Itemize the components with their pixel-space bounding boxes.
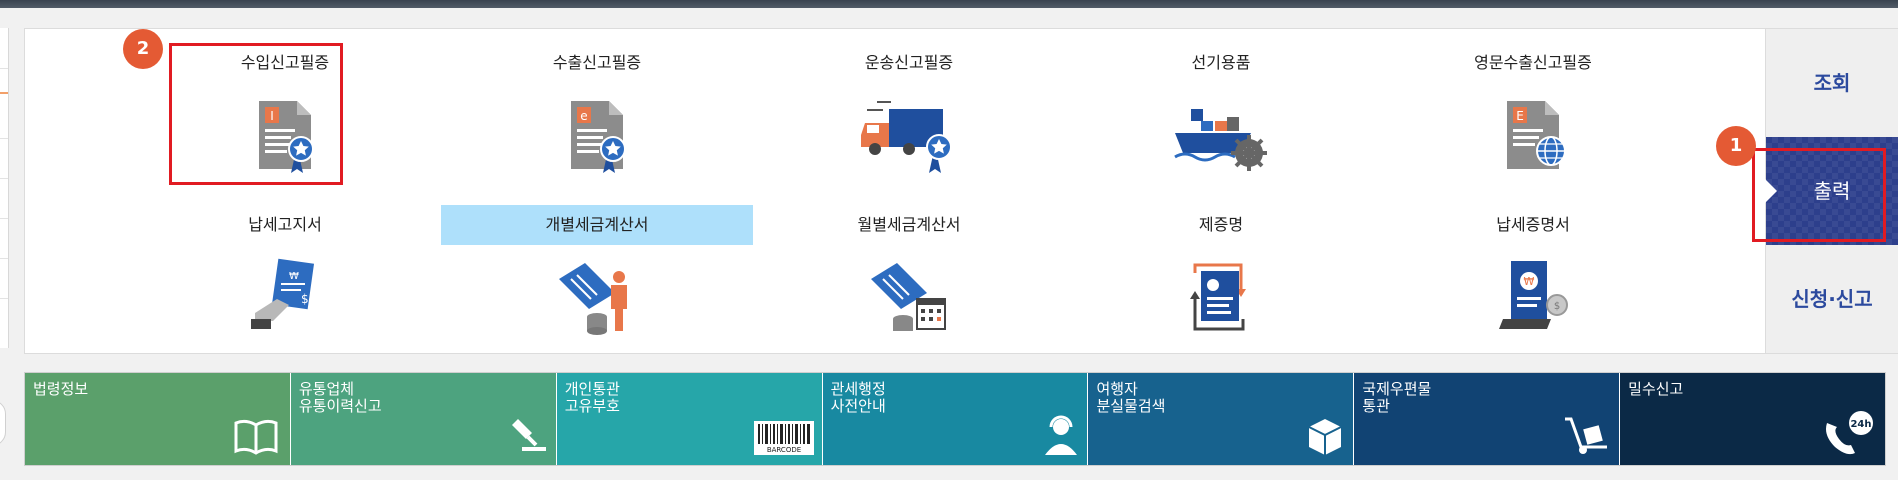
service-international-mail[interactable]: 국제우편물 통관 xyxy=(1354,373,1621,465)
service-label: 개인통관 xyxy=(564,380,620,398)
service-smuggling-report[interactable]: 밀수신고 24h xyxy=(1620,373,1886,465)
book-icon xyxy=(232,415,282,459)
service-label: 유통업체 xyxy=(298,380,355,398)
highlight-box-import-certificate xyxy=(169,43,343,185)
service-label: 통관 xyxy=(1362,397,1390,415)
svg-text:$: $ xyxy=(301,292,309,306)
package-icon xyxy=(1305,415,1345,459)
top-bar xyxy=(0,0,1898,8)
service-label: 유통이력신고 xyxy=(298,397,382,415)
barcode-text: BARCODE xyxy=(766,446,800,454)
grid-item-label: 선기용품 xyxy=(1191,53,1251,72)
annotation-badge-2: 2 xyxy=(123,29,163,69)
service-label: 법령정보 xyxy=(33,380,89,398)
left-sidebar-edge xyxy=(0,28,9,348)
service-label: 분실물검색 xyxy=(1096,397,1166,415)
service-customs-guidance[interactable]: 관세행정 사전안내 xyxy=(822,373,1089,465)
grid-item-label: 납세고지서 xyxy=(248,215,322,234)
headset-person-icon xyxy=(1043,415,1079,459)
tab-label: 조회 xyxy=(1813,71,1851,95)
svg-text:e: e xyxy=(580,109,587,123)
grid-item-individual-tax-invoice[interactable]: 개별세금계산서 xyxy=(441,205,753,355)
grid-item-ship-supplies[interactable]: 선기용품 xyxy=(1065,43,1377,193)
24h-text: 24h xyxy=(1850,419,1871,430)
service-label: 여행자 xyxy=(1096,380,1138,398)
quick-services-bar: 법령정보 유통업체 유통이력신고 개인통관 고유부호 BARCODE 관세행정 … xyxy=(24,372,1886,466)
left-scroll-button[interactable] xyxy=(0,400,6,446)
grid-item-english-export-certificate[interactable]: 영문수출신고필증 E xyxy=(1377,43,1689,193)
tab-application-report[interactable]: 신청·신고 xyxy=(1766,245,1898,353)
grid-item-export-certificate[interactable]: 수출신고필증 e xyxy=(441,43,753,193)
grid-item-label: 수출신고필증 xyxy=(552,53,642,72)
service-label: 밀수신고 xyxy=(1628,380,1684,398)
tax-notice-icon: ₩ $ xyxy=(245,257,325,341)
svg-text:$: $ xyxy=(1554,301,1560,312)
highlight-box-print-tab xyxy=(1752,148,1886,242)
barcode-icon: BARCODE xyxy=(753,421,814,459)
svg-text:₩: ₩ xyxy=(289,271,299,282)
grid-item-label: 운송신고필증 xyxy=(864,53,954,72)
service-label: 고유부호 xyxy=(564,397,620,415)
service-label: 사전안내 xyxy=(830,397,886,415)
annotation-badge-1: 1 xyxy=(1716,126,1756,166)
grid-item-tax-payment-certificate[interactable]: 납세증명서 ₩ $ xyxy=(1377,205,1689,355)
24h-phone-icon: 24h xyxy=(1821,409,1877,459)
svg-text:₩: ₩ xyxy=(1524,275,1535,288)
grid-item-transport-certificate[interactable]: 운송신고필증 xyxy=(753,43,1065,193)
tab-label: 신청·신고 xyxy=(1791,287,1873,311)
svg-text:E: E xyxy=(1516,109,1524,123)
grid-item-tax-notice[interactable]: 납세고지서 ₩ $ xyxy=(129,205,441,355)
export-declaration-certificate-icon: e xyxy=(557,95,637,179)
english-export-certificate-icon: E xyxy=(1493,95,1573,179)
grid-item-label: 제증명 xyxy=(1198,215,1244,234)
grid-item-label: 월별세금계산서 xyxy=(857,215,961,234)
service-distribution-history[interactable]: 유통업체 유통이력신고 xyxy=(290,373,557,465)
service-label: 국제우편물 xyxy=(1362,380,1432,398)
grid-item-monthly-tax-invoice[interactable]: 월별세금계산서 xyxy=(753,205,1065,355)
monthly-tax-invoice-icon xyxy=(869,257,949,341)
stamp-icon xyxy=(508,415,548,459)
service-personal-customs-code[interactable]: 개인통관 고유부호 BARCODE xyxy=(556,373,823,465)
ship-supplies-icon xyxy=(1174,95,1271,179)
grid-item-certificate[interactable]: 제증명 xyxy=(1065,205,1377,355)
hand-truck-icon xyxy=(1561,415,1611,459)
grid-item-label: 납세증명서 xyxy=(1496,215,1570,234)
transport-declaration-certificate-icon xyxy=(861,95,959,179)
individual-tax-invoice-icon xyxy=(557,257,637,341)
tab-inquiry[interactable]: 조회 xyxy=(1766,29,1898,137)
grid-item-label: 영문수출신고필증 xyxy=(1474,53,1592,72)
service-law-info[interactable]: 법령정보 xyxy=(25,373,291,465)
print-menu-panel: 수입신고필증 I 수출신고필증 e 운송신고필증 선기용품 영문수출신고필증 E… xyxy=(24,28,1766,354)
grid-item-label: 개별세금계산서 xyxy=(441,205,753,245)
certificate-icon xyxy=(1181,257,1261,341)
service-label: 관세행정 xyxy=(830,380,886,398)
tax-payment-certificate-icon: ₩ $ xyxy=(1493,257,1573,341)
service-lost-items[interactable]: 여행자 분실물검색 xyxy=(1088,373,1355,465)
